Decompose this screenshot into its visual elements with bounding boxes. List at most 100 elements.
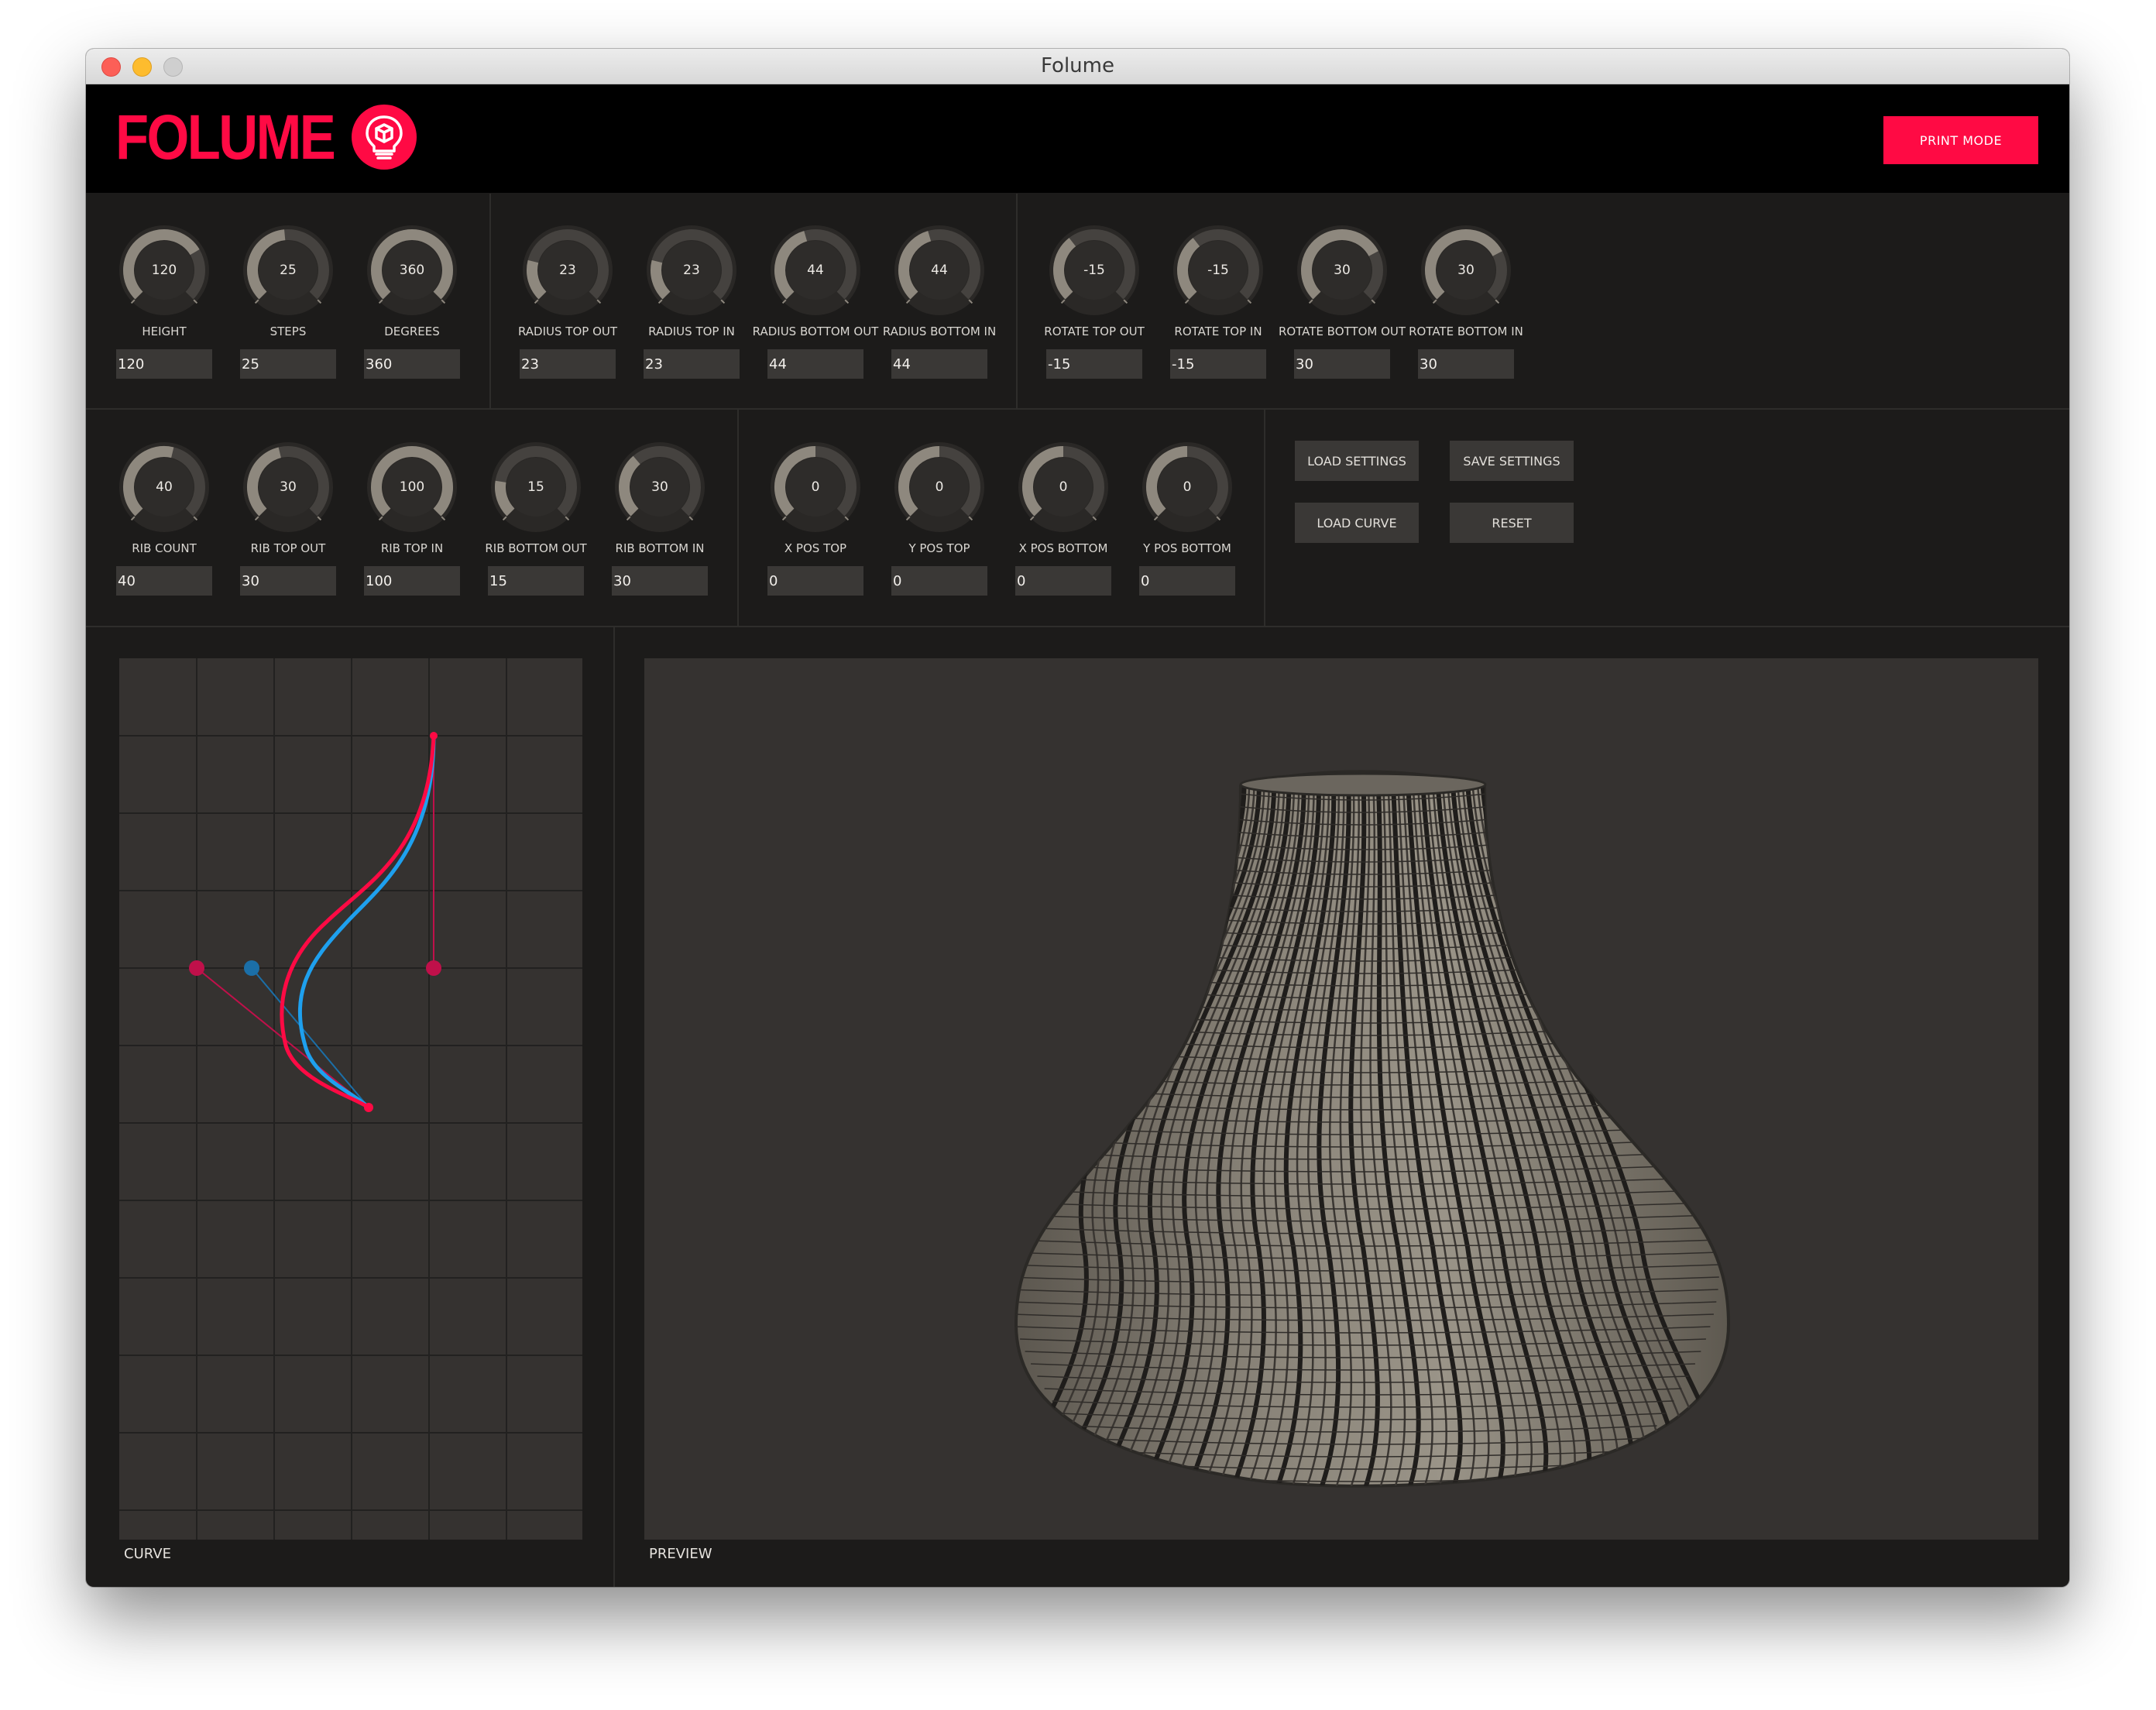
y-pos-top-knob[interactable]: 0 bbox=[893, 441, 986, 534]
rib-top-out-label: RIB TOP OUT bbox=[250, 541, 326, 555]
control-rib-top-in: 100 RIB TOP IN bbox=[364, 441, 460, 596]
y-pos-bottom-knob[interactable]: 0 bbox=[1141, 441, 1234, 534]
radius-bottom-out-knob[interactable]: 44 bbox=[769, 224, 862, 317]
radius-bottom-in-knob[interactable]: 44 bbox=[893, 224, 986, 317]
control-rotate-bottom-out: 30 ROTATE BOTTOM OUT bbox=[1279, 224, 1406, 379]
y-pos-top-input[interactable] bbox=[891, 566, 987, 596]
rotate-bottom-in-knob[interactable]: 30 bbox=[1420, 224, 1512, 317]
rotate-bottom-out-label: ROTATE BOTTOM OUT bbox=[1278, 324, 1406, 338]
print-mode-button[interactable]: PRINT MODE bbox=[1883, 116, 2038, 164]
curve-label: CURVE bbox=[124, 1546, 171, 1562]
y-pos-bottom-input[interactable] bbox=[1139, 566, 1235, 596]
steps-input[interactable] bbox=[240, 349, 336, 379]
rib-top-out-knob[interactable]: 30 bbox=[242, 441, 335, 534]
rotate-bottom-in-input[interactable] bbox=[1418, 349, 1514, 379]
rib-bottom-in-input[interactable] bbox=[612, 566, 708, 596]
rotate-top-in-knob[interactable]: -15 bbox=[1172, 224, 1265, 317]
y-pos-top-label: Y POS TOP bbox=[908, 541, 970, 555]
save-settings-button[interactable]: SAVE SETTINGS bbox=[1450, 441, 1574, 481]
divider bbox=[86, 408, 2069, 410]
control-x-pos-bottom: 0 X POS BOTTOM bbox=[1015, 441, 1111, 596]
rotate-top-in-label: ROTATE TOP IN bbox=[1174, 324, 1262, 338]
rib-bottom-out-label: RIB BOTTOM OUT bbox=[485, 541, 587, 555]
x-pos-bottom-input[interactable] bbox=[1015, 566, 1111, 596]
rotate-top-out-label: ROTATE TOP OUT bbox=[1044, 324, 1145, 338]
degrees-label: DEGREES bbox=[384, 324, 440, 338]
preview-viewport[interactable] bbox=[644, 658, 2038, 1540]
rib-count-knob[interactable]: 40 bbox=[118, 441, 211, 534]
rotate-top-out-knob[interactable]: -15 bbox=[1048, 224, 1141, 317]
curve-editor-canvas[interactable] bbox=[119, 658, 582, 1540]
rib-bottom-in-label: RIB BOTTOM IN bbox=[615, 541, 705, 555]
radius-top-out-knob[interactable]: 23 bbox=[521, 224, 614, 317]
control-steps: 25 STEPS bbox=[240, 224, 336, 379]
steps-label: STEPS bbox=[270, 324, 307, 338]
radius-top-out-input[interactable] bbox=[520, 349, 616, 379]
radius-top-in-input[interactable] bbox=[644, 349, 740, 379]
inner-bottom-control-point[interactable] bbox=[244, 960, 259, 976]
divider bbox=[86, 626, 2069, 627]
rotate-bottom-out-input[interactable] bbox=[1294, 349, 1390, 379]
rotate-top-out-input[interactable] bbox=[1046, 349, 1142, 379]
window-title: Folume bbox=[1041, 54, 1114, 77]
control-rib-top-out: 30 RIB TOP OUT bbox=[240, 441, 336, 596]
rib-top-in-knob[interactable]: 100 bbox=[366, 441, 458, 534]
divider bbox=[1016, 194, 1018, 409]
height-input[interactable] bbox=[116, 349, 212, 379]
control-rib-count: 40 RIB COUNT bbox=[116, 441, 212, 596]
control-radius-top-out: 23 RADIUS TOP OUT bbox=[518, 224, 617, 379]
rib-bottom-out-input[interactable] bbox=[488, 566, 584, 596]
radius-bottom-in-input[interactable] bbox=[891, 349, 987, 379]
control-x-pos-top: 0 X POS TOP bbox=[767, 441, 863, 596]
y-pos-bottom-label: Y POS BOTTOM bbox=[1143, 541, 1231, 555]
title-bar: Folume bbox=[86, 49, 2069, 84]
control-rotate-top-in: -15 ROTATE TOP IN bbox=[1170, 224, 1266, 379]
rotate-bottom-out-knob[interactable]: 30 bbox=[1296, 224, 1389, 317]
degrees-knob[interactable]: 360 bbox=[366, 224, 458, 317]
x-pos-bottom-label: X POS BOTTOM bbox=[1018, 541, 1108, 555]
rotate-bottom-in-label: ROTATE BOTTOM IN bbox=[1409, 324, 1523, 338]
rib-top-out-input[interactable] bbox=[240, 566, 336, 596]
reset-button[interactable]: RESET bbox=[1450, 503, 1574, 543]
control-y-pos-top: 0 Y POS TOP bbox=[891, 441, 987, 596]
rib-top-in-input[interactable] bbox=[364, 566, 460, 596]
control-y-pos-bottom: 0 Y POS BOTTOM bbox=[1139, 441, 1235, 596]
app-header: FOLUME PRINT MODE bbox=[86, 84, 2069, 193]
lightbulb-cube-icon bbox=[352, 105, 417, 170]
radius-top-in-knob[interactable]: 23 bbox=[645, 224, 738, 317]
steps-knob[interactable]: 25 bbox=[242, 224, 335, 317]
control-rotate-bottom-in: 30 ROTATE BOTTOM IN bbox=[1409, 224, 1523, 379]
x-pos-top-label: X POS TOP bbox=[784, 541, 847, 555]
rib-bottom-in-knob[interactable]: 30 bbox=[613, 441, 706, 534]
height-label: HEIGHT bbox=[142, 324, 187, 338]
control-degrees: 360 DEGREES bbox=[364, 224, 460, 379]
radius-bottom-out-input[interactable] bbox=[767, 349, 863, 379]
divider bbox=[613, 627, 615, 1587]
control-radius-bottom-in: 44 RADIUS BOTTOM IN bbox=[883, 224, 996, 379]
vase-model bbox=[1014, 770, 1730, 1488]
control-rib-bottom-in: 30 RIB BOTTOM IN bbox=[612, 441, 708, 596]
radius-bottom-in-label: RADIUS BOTTOM IN bbox=[882, 324, 997, 338]
outer-bottom-control-point[interactable] bbox=[189, 960, 204, 976]
divider bbox=[1264, 410, 1265, 627]
control-radius-bottom-out: 44 RADIUS BOTTOM OUT bbox=[753, 224, 878, 379]
rib-count-label: RIB COUNT bbox=[132, 541, 197, 555]
rib-bottom-out-knob[interactable]: 15 bbox=[489, 441, 582, 534]
curve-top-point[interactable] bbox=[430, 732, 438, 740]
x-pos-top-input[interactable] bbox=[767, 566, 863, 596]
rib-count-input[interactable] bbox=[116, 566, 212, 596]
app-window: Folume FOLUME PRINT MODE 120 HEIGHT 25 bbox=[86, 49, 2069, 1587]
degrees-input[interactable] bbox=[364, 349, 460, 379]
load-curve-button[interactable]: LOAD CURVE bbox=[1295, 503, 1419, 543]
x-pos-bottom-knob[interactable]: 0 bbox=[1017, 441, 1110, 534]
outer-top-control-point[interactable] bbox=[426, 960, 441, 976]
divider bbox=[489, 194, 491, 409]
control-radius-top-in: 23 RADIUS TOP IN bbox=[644, 224, 740, 379]
control-rotate-top-out: -15 ROTATE TOP OUT bbox=[1044, 224, 1145, 379]
x-pos-top-knob[interactable]: 0 bbox=[769, 441, 862, 534]
load-settings-button[interactable]: LOAD SETTINGS bbox=[1295, 441, 1419, 481]
curve-bottom-point[interactable] bbox=[364, 1103, 373, 1112]
control-rib-bottom-out: 15 RIB BOTTOM OUT bbox=[485, 441, 587, 596]
height-knob[interactable]: 120 bbox=[118, 224, 211, 317]
rotate-top-in-input[interactable] bbox=[1170, 349, 1266, 379]
